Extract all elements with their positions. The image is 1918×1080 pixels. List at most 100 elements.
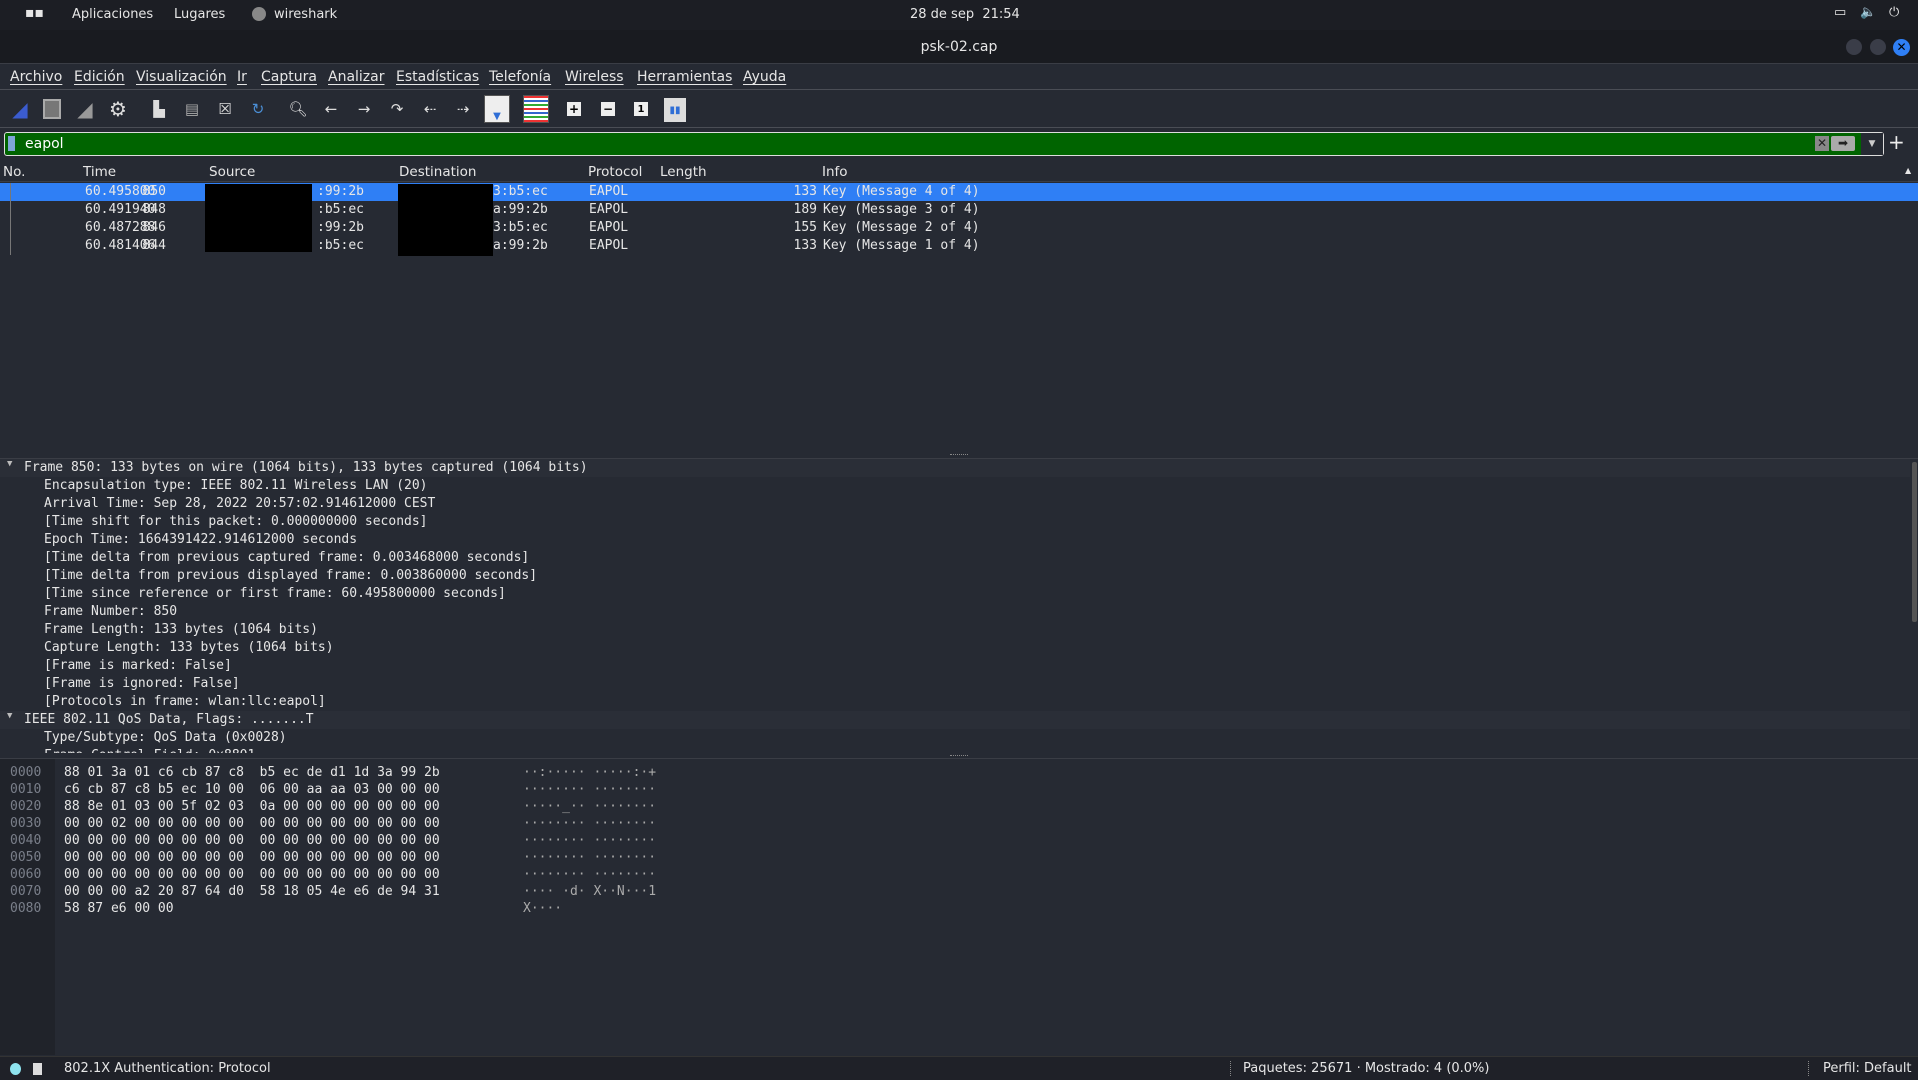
menu-telefonia[interactable]: Telefonía <box>489 69 551 85</box>
open-file-icon[interactable]: ▙ <box>148 98 170 120</box>
go-forward-icon[interactable]: → <box>353 98 375 120</box>
colorize-icon[interactable] <box>523 95 549 123</box>
detail-line[interactable]: [Time since reference or first frame: 60… <box>0 585 1910 603</box>
expert-info-icon[interactable] <box>10 1063 21 1075</box>
redaction-box <box>205 184 312 252</box>
hex-bytes[interactable]: 00 00 02 00 00 00 00 00 00 00 00 00 00 0… <box>64 816 440 833</box>
hex-ascii[interactable]: ········ ········ <box>523 833 656 850</box>
detail-line[interactable]: Epoch Time: 1664391422.914612000 seconds <box>0 531 1910 549</box>
detail-line[interactable]: [Time delta from previous captured frame… <box>0 549 1910 567</box>
hex-ascii[interactable]: ········ ········ <box>523 850 656 867</box>
save-file-icon[interactable]: ▤ <box>181 98 203 120</box>
column-no[interactable]: No. <box>3 164 25 180</box>
detail-line[interactable]: [Time shift for this packet: 0.000000000… <box>0 513 1910 531</box>
start-capture-icon[interactable]: ◢ <box>9 97 31 121</box>
pane-splitter[interactable] <box>950 454 968 456</box>
reload-file-icon[interactable]: ↻ <box>247 98 269 120</box>
restart-capture-icon[interactable]: ◢ <box>74 97 96 121</box>
detail-line[interactable]: [Time delta from previous displayed fram… <box>0 567 1910 585</box>
zoom-in-icon[interactable]: + <box>567 102 581 116</box>
capture-options-icon[interactable]: ⚙ <box>107 97 129 121</box>
activities-grid-icon[interactable]: ▪▪ <box>25 5 44 21</box>
detail-line[interactable]: Arrival Time: Sep 28, 2022 20:57:02.9146… <box>0 495 1910 513</box>
detail-line[interactable]: [Protocols in frame: wlan:llc:eapol] <box>0 693 1910 711</box>
menu-estadisticas[interactable]: Estadísticas <box>396 69 479 85</box>
detail-line[interactable]: ▼ Frame 850: 133 bytes on wire (1064 bits… <box>0 459 1910 477</box>
close-file-icon[interactable]: ☒ <box>214 98 236 120</box>
detail-scrollbar[interactable] <box>1912 462 1917 622</box>
hex-bytes[interactable]: 00 00 00 a2 20 87 64 d0 58 18 05 4e e6 d… <box>64 884 440 901</box>
zoom-out-icon[interactable]: − <box>601 102 615 116</box>
volume-icon[interactable]: 🔈 <box>1860 5 1876 20</box>
expand-arrow-icon[interactable]: ▼ <box>7 711 12 721</box>
hex-bytes[interactable]: c6 cb 87 c8 b5 ec 10 00 06 00 aa aa 03 0… <box>64 782 440 799</box>
hex-ascii[interactable]: ··:····· ·····:·+ <box>523 765 656 782</box>
go-back-icon[interactable]: ← <box>320 98 342 120</box>
clear-filter-icon[interactable]: ✕ <box>1815 136 1829 151</box>
hex-ascii[interactable]: ········ ········ <box>523 782 656 799</box>
hex-ascii[interactable]: ···· ·d· X··N···1 <box>523 884 656 901</box>
hex-bytes[interactable]: 88 01 3a 01 c6 cb 87 c8 b5 ec de d1 1d 3… <box>64 765 440 782</box>
column-length[interactable]: Length <box>660 164 707 180</box>
column-time[interactable]: Time <box>83 164 116 180</box>
hex-ascii[interactable]: ········ ········ <box>523 867 656 884</box>
filter-history-dropdown[interactable]: ▼ <box>1861 133 1883 155</box>
hex-bytes[interactable]: 88 8e 01 03 00 5f 02 03 0a 00 00 00 00 0… <box>64 799 440 816</box>
power-icon[interactable]: ⏻ <box>1889 5 1899 20</box>
menu-wireless[interactable]: Wireless <box>565 69 624 85</box>
autoscroll-icon[interactable]: ▼ <box>484 95 510 123</box>
network-icon[interactable]: ▭ <box>1834 5 1846 20</box>
menu-visualizacion[interactable]: Visualización <box>136 69 227 85</box>
go-to-packet-icon[interactable]: ↷ <box>386 98 408 120</box>
detail-line[interactable]: [Frame is marked: False] <box>0 657 1910 675</box>
detail-line[interactable]: Capture Length: 133 bytes (1064 bits) <box>0 639 1910 657</box>
filter-input[interactable]: eapol <box>25 136 64 152</box>
applications-menu[interactable]: Aplicaciones <box>72 7 153 22</box>
detail-line[interactable]: Frame Control Field: 0x8801 <box>0 747 1910 753</box>
close-button[interactable]: ✕ <box>1893 39 1910 56</box>
hex-ascii[interactable]: ········ ········ <box>523 816 656 833</box>
places-menu[interactable]: Lugares <box>174 7 225 22</box>
column-protocol[interactable]: Protocol <box>588 164 642 180</box>
menu-ayuda[interactable]: Ayuda <box>743 69 786 85</box>
detail-line[interactable]: Frame Length: 133 bytes (1064 bits) <box>0 621 1910 639</box>
pane-splitter[interactable] <box>950 755 968 757</box>
minimize-button[interactable] <box>1846 39 1862 55</box>
hex-bytes[interactable]: 58 87 e6 00 00 <box>64 901 174 918</box>
expand-arrow-icon[interactable]: ▼ <box>7 459 12 469</box>
menu-analizar[interactable]: Analizar <box>328 69 385 85</box>
detail-line[interactable]: [Frame is ignored: False] <box>0 675 1910 693</box>
detail-line[interactable]: ▼ IEEE 802.11 QoS Data, Flags: .......T <box>0 711 1910 729</box>
menu-herramientas[interactable]: Herramientas <box>637 69 732 85</box>
capture-comment-icon[interactable] <box>33 1063 42 1075</box>
find-packet-icon[interactable]: 🔍︎ <box>287 98 309 120</box>
resize-columns-icon[interactable]: ▮▮ <box>664 98 686 122</box>
column-source[interactable]: Source <box>209 164 255 180</box>
menu-archivo[interactable]: Archivo <box>10 69 62 85</box>
last-packet-icon[interactable]: ⇢ <box>452 98 474 120</box>
column-info[interactable]: Info <box>822 164 848 180</box>
apply-filter-icon[interactable]: ➡ <box>1831 136 1855 151</box>
hex-ascii[interactable]: X···· <box>523 901 562 918</box>
hex-bytes[interactable]: 00 00 00 00 00 00 00 00 00 00 00 00 00 0… <box>64 833 440 850</box>
display-filter-bar[interactable]: eapol ✕ ➡ ▼ <box>4 132 1884 156</box>
profile-selector[interactable]: Perfil: Default <box>1808 1061 1912 1076</box>
detail-line[interactable]: Frame Number: 850 <box>0 603 1910 621</box>
menu-ir[interactable]: Ir <box>237 69 247 85</box>
clock[interactable]: 28 de sep 21:54 <box>910 7 1020 22</box>
detail-line[interactable]: Encapsulation type: IEEE 802.11 Wireless… <box>0 477 1910 495</box>
stop-capture-icon[interactable] <box>41 98 63 120</box>
menu-captura[interactable]: Captura <box>261 69 317 85</box>
menu-edicion[interactable]: Edición <box>74 69 125 85</box>
maximize-button[interactable] <box>1870 39 1886 55</box>
column-destination[interactable]: Destination <box>399 164 476 180</box>
add-filter-button-icon[interactable]: + <box>1888 130 1905 154</box>
app-menu-wireshark[interactable]: wireshark <box>274 7 337 22</box>
hex-ascii[interactable]: ·····_·· ········ <box>523 799 656 816</box>
hex-bytes[interactable]: 00 00 00 00 00 00 00 00 00 00 00 00 00 0… <box>64 850 440 867</box>
normal-size-icon[interactable]: 1 <box>634 102 648 116</box>
first-packet-icon[interactable]: ⇠ <box>419 98 441 120</box>
detail-line[interactable]: Type/Subtype: QoS Data (0x0028) <box>0 729 1910 747</box>
bookmark-icon[interactable] <box>8 136 15 151</box>
hex-bytes[interactable]: 00 00 00 00 00 00 00 00 00 00 00 00 00 0… <box>64 867 440 884</box>
